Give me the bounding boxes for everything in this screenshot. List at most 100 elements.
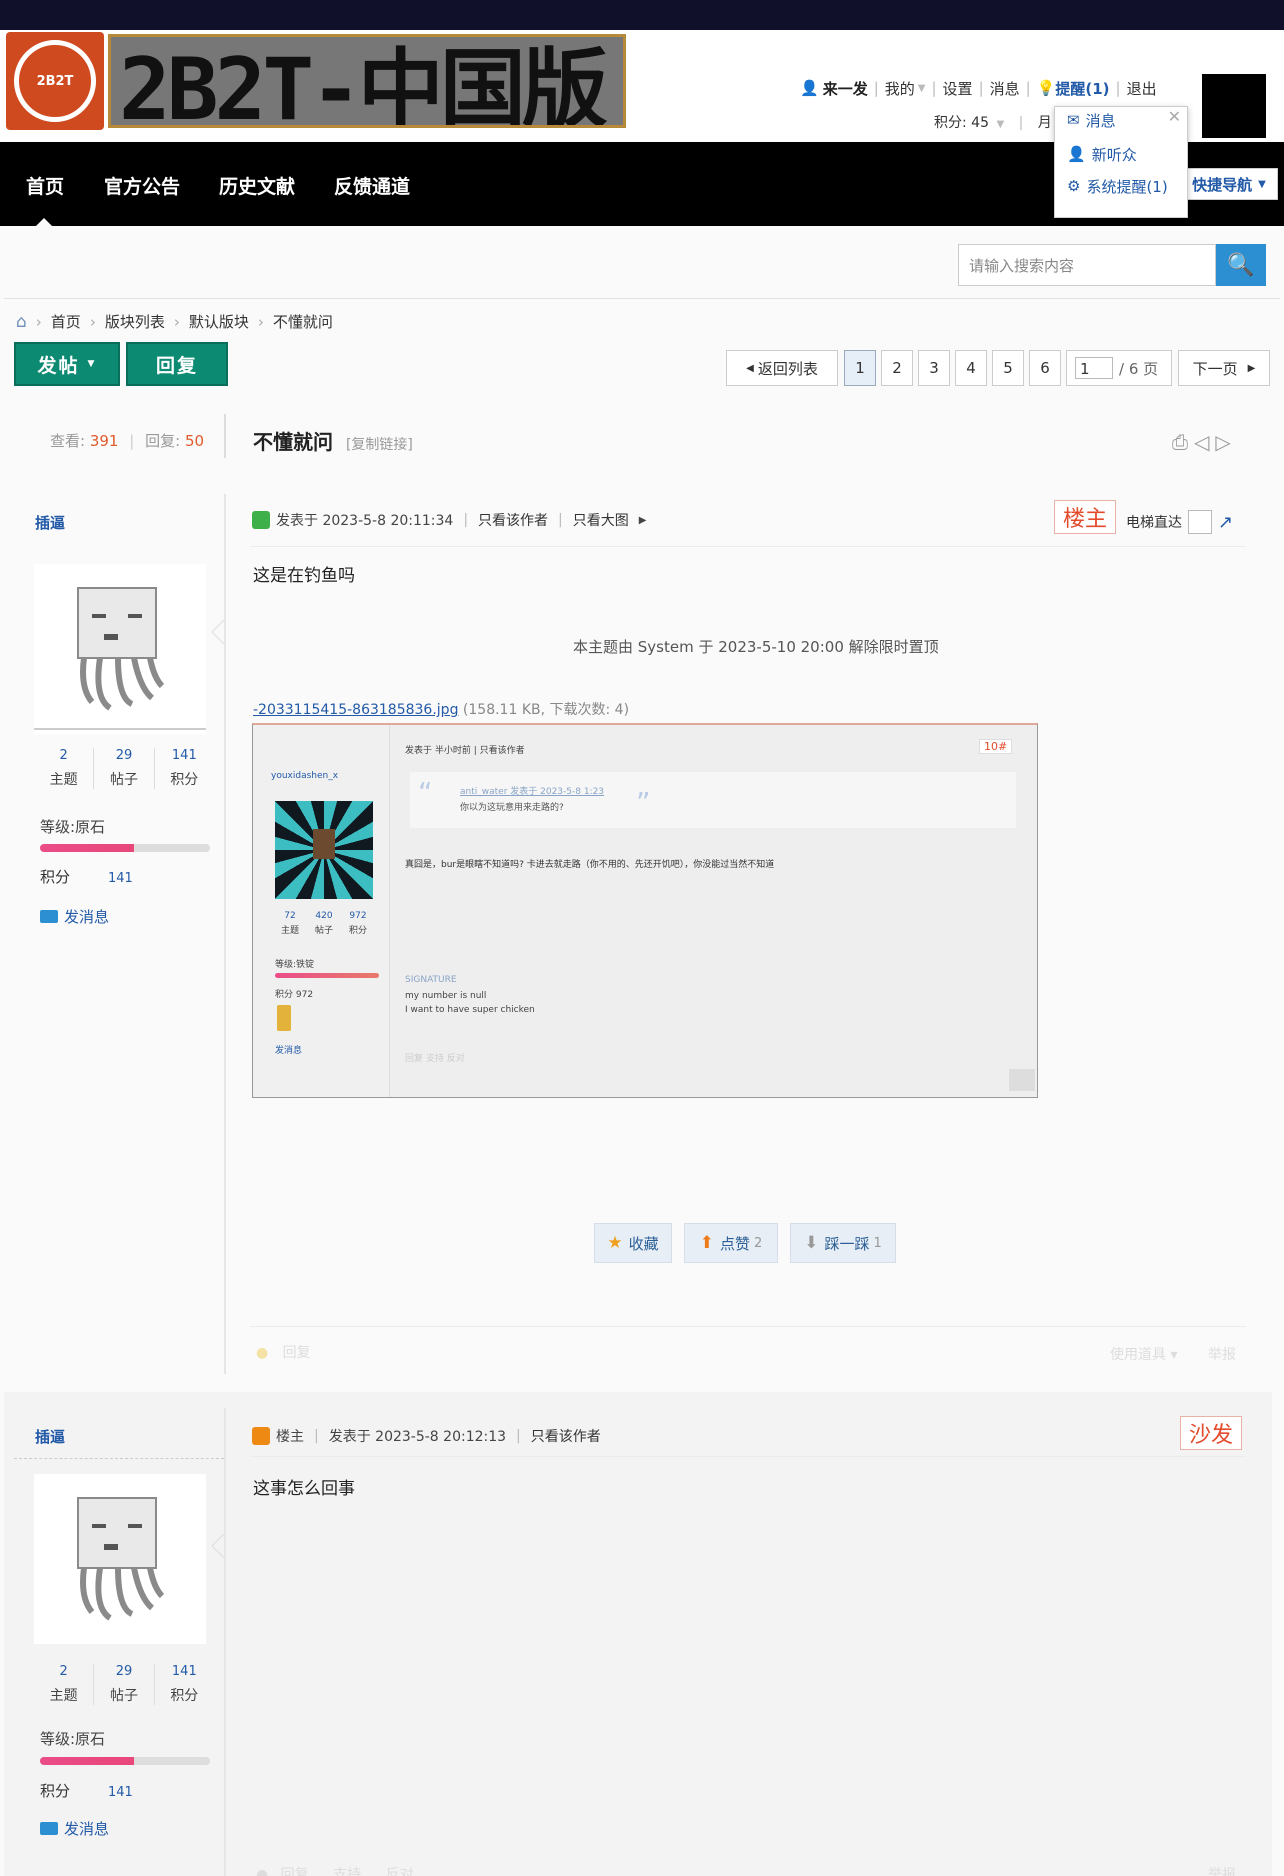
back-to-list-button[interactable]: ◀ 返回列表 — [726, 350, 838, 386]
dropdown-item-label: 消息 — [1085, 111, 1116, 130]
avatar[interactable] — [34, 564, 206, 734]
prev-thread-icon[interactable]: ◁ — [1194, 430, 1215, 454]
page-2[interactable]: 2 — [881, 350, 913, 386]
footer-oppose-link[interactable]: 反对 — [386, 1867, 414, 1876]
embed-stat-label: 帖子 — [314, 926, 333, 936]
breadcrumb-current[interactable]: 不懂就问 — [273, 311, 333, 332]
page-jump-input[interactable]: 1 — [1075, 357, 1113, 379]
favorite-button[interactable]: ★ 收藏 — [594, 1223, 672, 1263]
user-level[interactable]: 等级:原石 — [40, 1728, 105, 1749]
go-arrow-icon[interactable]: ↗ — [1218, 512, 1233, 533]
copy-link[interactable]: [复制链接] — [346, 437, 413, 453]
footer-support-link[interactable]: 支持 — [333, 1867, 361, 1876]
report-link[interactable]: 举报 — [1208, 1344, 1236, 1364]
level-progress-fill — [40, 1757, 134, 1765]
messages-link[interactable]: 消息 — [990, 78, 1020, 99]
close-icon[interactable]: ✕ — [1168, 107, 1181, 126]
stat-label: 帖子 — [109, 772, 138, 788]
attached-screenshot-image[interactable]: youxidashen_x 72 420 972 主题 帖子 积分 等级:铁锭 … — [252, 723, 1038, 1098]
username-link[interactable]: 来一发 — [823, 78, 868, 99]
nav-item-history[interactable]: 历史文献 — [219, 172, 295, 199]
author-stats: 2 主题 29 帖子 141 积分 — [34, 748, 214, 789]
print-icon[interactable]: ⎙ — [1172, 430, 1194, 454]
post-footer-reply[interactable]: ● 回复 — [256, 1342, 311, 1362]
stat-points[interactable]: 141 积分 — [153, 1664, 214, 1705]
embed-score: 积分 972 — [275, 990, 314, 1000]
stat-posts[interactable]: 29 帖子 — [93, 748, 153, 789]
user-level[interactable]: 等级:原石 — [40, 816, 105, 837]
my-menu[interactable]: 我的 — [885, 78, 915, 99]
quick-nav-button[interactable]: 快捷导航 ▼ — [1180, 168, 1278, 200]
use-tools-link[interactable]: 使用道具 ▾ — [1110, 1344, 1177, 1364]
send-message-label: 发消息 — [64, 908, 110, 926]
page-total: / 6 页 — [1119, 359, 1159, 378]
logout-link[interactable]: 退出 — [1127, 78, 1157, 99]
page-5[interactable]: 5 — [992, 350, 1024, 386]
report-link[interactable]: 举报 — [1208, 1864, 1236, 1876]
stat-threads[interactable]: 2 主题 — [34, 748, 93, 789]
page-1[interactable]: 1 — [844, 350, 876, 386]
page-4[interactable]: 4 — [955, 350, 987, 386]
home-icon[interactable]: ⌂ — [16, 312, 27, 332]
post-content: 这是在钓鱼吗 — [253, 566, 355, 586]
dropdown-item-followers[interactable]: 👤 新听众 — [1067, 141, 1137, 167]
points-menu[interactable]: 积分: 45 — [934, 115, 989, 131]
floor-badge[interactable]: 楼主 — [1054, 500, 1117, 534]
envelope-icon — [40, 910, 58, 923]
dislike-count: 1 — [873, 1235, 882, 1251]
dropdown-item-system[interactable]: ⚙ 系统提醒(1) — [1067, 173, 1168, 199]
stat-label: 积分 — [170, 1688, 199, 1704]
breadcrumb-forums[interactable]: 版块列表 — [105, 311, 165, 332]
reminders-link[interactable]: 提醒(1) — [1055, 78, 1109, 99]
dislike-button[interactable]: ⬇ 踩一踩 1 — [790, 1223, 896, 1263]
reply-icon: ● — [256, 1345, 269, 1361]
page-3[interactable]: 3 — [918, 350, 950, 386]
page-6[interactable]: 6 — [1029, 350, 1061, 386]
author-name[interactable]: 插逼 — [35, 512, 65, 533]
author-name[interactable]: 插逼 — [35, 1426, 65, 1447]
avatar[interactable] — [34, 1474, 206, 1644]
next-page-button[interactable]: 下一页 ▶ — [1178, 350, 1270, 386]
stat-points[interactable]: 141 积分 — [153, 748, 214, 789]
send-message-link[interactable]: 发消息 — [40, 906, 109, 927]
next-thread-icon[interactable]: ▷ — [1215, 430, 1236, 454]
dropdown-item-messages[interactable]: ✉ 消息 — [1067, 107, 1116, 133]
site-title-banner[interactable]: 2B2T-中国版 — [108, 34, 626, 128]
send-message-link[interactable]: 发消息 — [40, 1818, 109, 1839]
replies-label: 回复: — [145, 432, 181, 450]
big-image-link[interactable]: 只看大图 — [573, 510, 629, 530]
nav-item-announcements[interactable]: 官方公告 — [104, 172, 180, 199]
like-label: 点赞 — [719, 1234, 750, 1253]
footer-reply-link[interactable]: 回复 — [281, 1867, 309, 1876]
settings-link[interactable]: 设置 — [943, 78, 973, 99]
stat-threads[interactable]: 2 主题 — [34, 1664, 93, 1705]
elevator-input[interactable] — [1188, 510, 1212, 534]
search-button[interactable]: 🔍 — [1216, 244, 1266, 286]
floor-badge[interactable]: 沙发 — [1180, 1416, 1243, 1450]
nav-item-home[interactable]: 首页 — [26, 172, 64, 199]
thumbs-down-icon: ⬇ — [804, 1233, 819, 1253]
user-avatar[interactable] — [1202, 74, 1266, 138]
user-group-link[interactable]: 月 — [1038, 115, 1052, 131]
person-icon: 👤 — [1067, 145, 1086, 163]
embed-stat: 972 — [349, 911, 367, 921]
post-divider-vertical — [224, 1408, 226, 1876]
site-logo[interactable]: 2B2T — [6, 32, 104, 130]
reply-button[interactable]: 回复 — [126, 342, 228, 386]
reply-icon: ● — [256, 1867, 269, 1876]
caret-left-icon: ◀ — [746, 362, 754, 374]
avatar-pointer — [211, 620, 224, 644]
back-to-list-label: 返回列表 — [757, 359, 818, 378]
nav-item-feedback[interactable]: 反馈通道 — [334, 172, 410, 199]
new-post-button[interactable]: 发帖 ▼ — [14, 342, 120, 386]
stat-posts[interactable]: 29 帖子 — [93, 1664, 153, 1705]
attachment-link[interactable]: -2033115415-863185836.jpg — [253, 702, 458, 718]
breadcrumb-home[interactable]: 首页 — [51, 311, 81, 332]
breadcrumb-default-forum[interactable]: 默认版块 — [189, 311, 249, 332]
post-meta: 发表于 2023-5-8 20:11:34 | 只看该作者 | 只看大图 ▶ — [252, 510, 646, 530]
search-input[interactable]: 请输入搜索内容 — [958, 244, 1216, 286]
post-timestamp: 发表于 2023-5-8 20:12:13 — [328, 1429, 507, 1445]
only-author-link[interactable]: 只看该作者 — [531, 1426, 601, 1446]
like-button[interactable]: ⬆ 点赞 2 — [684, 1223, 778, 1263]
only-author-link[interactable]: 只看该作者 — [478, 510, 548, 530]
